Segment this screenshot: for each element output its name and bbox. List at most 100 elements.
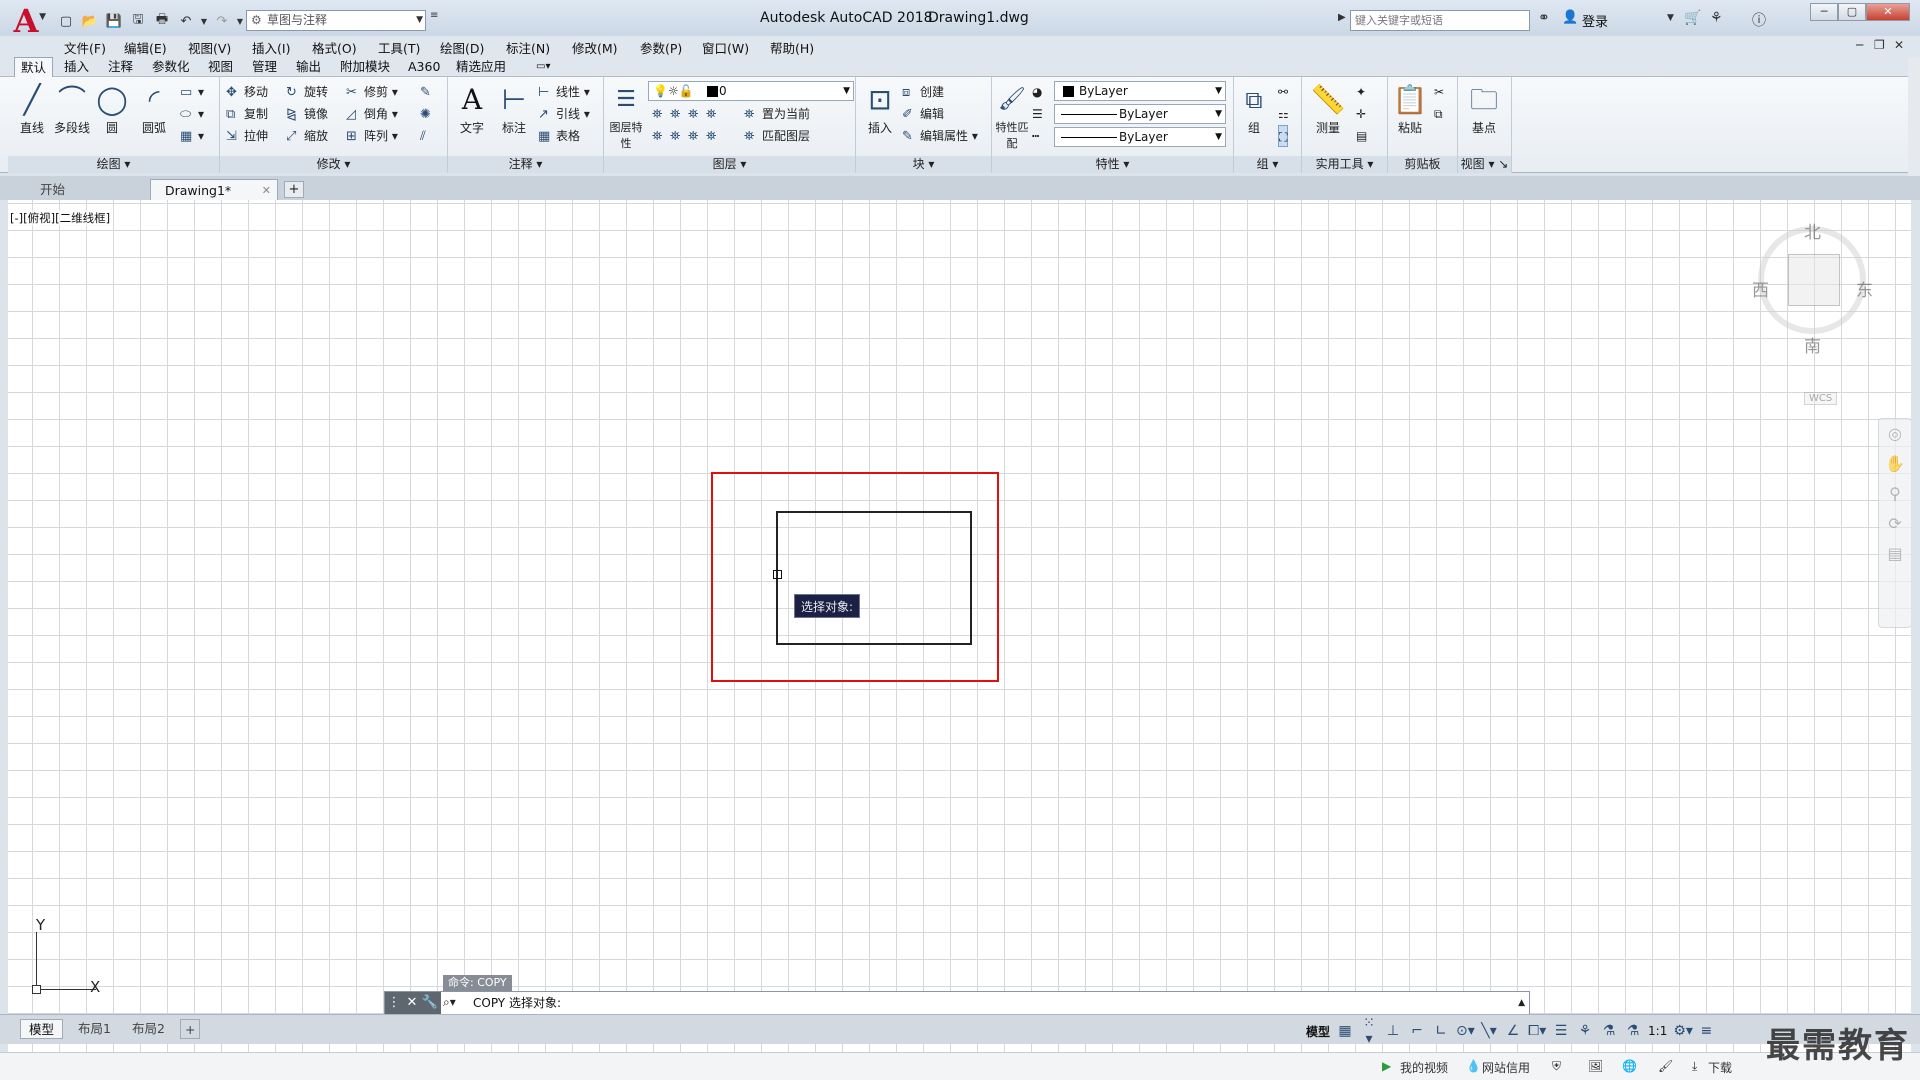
undo-icon[interactable]: ↶ — [176, 11, 196, 31]
object-snap-icon[interactable]: ⧠▾ — [1528, 1023, 1546, 1039]
edit-block-tool[interactable]: ✐ 编辑 — [902, 103, 944, 125]
arc-tool[interactable]: ◜ 圆弧 — [134, 81, 174, 136]
explode-tool[interactable]: ✺ — [420, 103, 438, 125]
command-line[interactable]: ⋮ ✕ 🔧 ⌕▾ COPY 选择对象: ▲ — [384, 991, 1530, 1015]
line-tool[interactable]: ╱ 直线 — [12, 81, 52, 136]
object-snap-tracking-icon[interactable]: ∠ — [1504, 1023, 1522, 1039]
leader-tool[interactable]: ↗ 引线 ▾ — [538, 103, 590, 125]
menu-file[interactable]: 文件(F) — [64, 38, 106, 57]
tab-default[interactable]: 默认 — [14, 57, 54, 77]
ellipse-tool[interactable]: ⬭ ▾ — [180, 103, 204, 125]
close-icon[interactable]: ✕ — [403, 992, 421, 1014]
viewcube[interactable]: 北 南 西 东 WCS — [1748, 214, 1873, 405]
ortho-icon[interactable]: ∟ — [1432, 1023, 1450, 1039]
grip-icon[interactable]: ⋮ — [385, 992, 403, 1014]
edit-attribute-tool[interactable]: ✎ 编辑属性 ▾ — [902, 125, 978, 147]
menu-parametric[interactable]: 参数(P) — [640, 38, 682, 57]
close-button[interactable]: ✕ — [1866, 3, 1910, 21]
showmotion-icon[interactable]: ▤ — [1879, 539, 1911, 569]
tab-parametric[interactable]: 参数化 — [146, 57, 196, 77]
lineweight-display-icon[interactable]: ☰ — [1552, 1023, 1570, 1039]
command-input[interactable]: COPY 选择对象: — [473, 992, 561, 1014]
panel-utilities-title[interactable]: 实用工具 ▾ — [1302, 156, 1387, 173]
match-properties-tool[interactable]: 🖌 特性匹配 — [994, 81, 1030, 151]
polyline-tool[interactable]: ⌒ 多段线 — [52, 81, 92, 136]
ribbon-toggle-icon[interactable]: ▭▾ — [530, 57, 556, 77]
minimize-button[interactable]: ─ — [1810, 3, 1838, 21]
search-input[interactable]: 键入关键字或短语 — [1350, 10, 1530, 31]
tab-layout1[interactable]: 布局1 — [70, 1019, 119, 1039]
autodesk-exchange-icon[interactable]: ⚘ — [1710, 10, 1723, 26]
tab-start[interactable]: 开始 — [26, 179, 150, 200]
pan-icon[interactable]: ✋ — [1879, 449, 1911, 479]
fillet-tool[interactable]: ◿ 倒角 ▾ — [346, 103, 398, 125]
ungroup-icon[interactable]: ⚯ — [1278, 81, 1288, 103]
tab-view[interactable]: 视图 — [202, 57, 239, 77]
tab-featured-apps[interactable]: 精选应用 — [450, 57, 512, 77]
layer-tools-row2[interactable]: ⛯ ⛯ ⛯ ⛯ — [652, 125, 724, 147]
insert-block-tool[interactable]: ⊡ 插入 — [860, 81, 900, 136]
measure-tool[interactable]: 📏 测量 — [1308, 81, 1348, 136]
layer-tools-row1[interactable]: ⛯ ⛯ ⛯ ⛯ — [652, 103, 724, 125]
circle-tool[interactable]: ◯ 圆 — [92, 81, 132, 136]
tab-manage[interactable]: 管理 — [246, 57, 283, 77]
doc-restore-icon[interactable]: ❐ — [1874, 38, 1885, 52]
redo-dropdown-icon[interactable]: ▼ — [236, 11, 244, 31]
color-select[interactable]: ByLayer ▼ — [1054, 81, 1226, 101]
hatch-tool[interactable]: ▦ ▾ — [180, 125, 204, 147]
stretch-tool[interactable]: ⇲ 拉伸 — [226, 125, 268, 147]
customize-status-icon[interactable]: ≡ — [1697, 1023, 1715, 1039]
tab-drawing1[interactable]: Drawing1* ✕ — [150, 179, 278, 200]
maximize-button[interactable]: ▢ — [1838, 3, 1866, 21]
group-edit-icon[interactable]: ⚏ — [1278, 103, 1289, 125]
new-icon[interactable]: ▢ — [56, 11, 76, 31]
save-icon[interactable]: 💾 — [104, 11, 124, 31]
cut-icon[interactable]: ✂ — [1434, 81, 1444, 103]
open-icon[interactable]: 📂 — [80, 11, 100, 31]
wrench-icon[interactable]: 🔧 — [421, 992, 439, 1014]
globe-icon[interactable]: 🌐 — [1622, 1059, 1637, 1073]
array-tool[interactable]: ⊞ 阵列 ▾ — [346, 125, 398, 147]
linetype-select[interactable]: ByLayer ▼ — [1054, 104, 1226, 124]
compass-west[interactable]: 西 — [1752, 276, 1769, 301]
copy-tool[interactable]: ⧉ 复制 — [226, 103, 268, 125]
isodraft-icon[interactable]: ╲▾ — [1480, 1023, 1498, 1039]
menu-draw[interactable]: 绘图(D) — [440, 38, 484, 57]
compass-north[interactable]: 北 — [1804, 218, 1821, 243]
layer-properties-tool[interactable]: ☰ 图层特性 — [606, 81, 646, 151]
drawn-rectangle[interactable] — [776, 511, 972, 645]
match-layer-tool[interactable]: ⛯ 匹配图层 — [744, 125, 810, 147]
save-as-icon[interactable]: 🖫 — [128, 11, 148, 31]
search-expand-icon[interactable]: ▶ — [1338, 12, 1346, 23]
command-history-toggle-icon[interactable]: ▲ — [1518, 992, 1525, 1014]
quick-select-icon[interactable]: ✦ — [1356, 81, 1366, 103]
drawing-canvas[interactable]: [-][俯视][二维线框] 选择对象: 北 南 西 东 WCS ◎ ✋ ⚲ ⟳ … — [8, 200, 1911, 1052]
create-block-tool[interactable]: ⧈ 创建 — [902, 81, 944, 103]
dynamic-input-icon[interactable]: ⌐ — [1408, 1023, 1426, 1039]
shield-icon[interactable]: ⛨ — [1552, 1059, 1561, 1074]
menu-dimension[interactable]: 标注(N) — [506, 38, 550, 57]
point-icon[interactable]: ✛ — [1356, 103, 1366, 125]
panel-view-title[interactable]: 视图 ▾ ↘ — [1458, 156, 1511, 173]
net-credit-link[interactable]: 网站信用 — [1482, 1059, 1530, 1076]
panel-block-title[interactable]: 块 ▾ — [856, 156, 991, 173]
doc-close-icon[interactable]: ✕ — [1894, 38, 1904, 52]
rotate-tool[interactable]: ↻ 旋转 — [286, 81, 328, 103]
layer-select[interactable]: 💡☼🔓 0 ▼ — [648, 81, 854, 101]
brush-icon[interactable]: 🖌 — [1658, 1059, 1673, 1073]
base-view-tool[interactable]: 🗀 基点 — [1464, 81, 1504, 136]
binoculars-icon[interactable]: ⚭ — [1538, 10, 1550, 26]
orbit-icon[interactable]: ⟳ — [1879, 509, 1911, 539]
wcs-menu[interactable]: WCS — [1804, 392, 1838, 405]
panel-annotation-title[interactable]: 注释 ▾ — [448, 156, 603, 173]
app-menu-button[interactable]: A ▼ — [6, 4, 46, 38]
set-current-tool[interactable]: ⛯ 置为当前 — [744, 103, 810, 125]
paste-tool[interactable]: 📋 粘贴 — [1390, 81, 1430, 136]
plot-icon[interactable]: 🖶 — [152, 11, 172, 31]
ribbon-scrollbar[interactable] — [1908, 58, 1920, 178]
panel-groups-title[interactable]: 组 ▾ — [1234, 156, 1301, 173]
viewcube-top-face[interactable] — [1788, 254, 1840, 306]
tab-a360[interactable]: A360 — [402, 57, 446, 77]
text-tool[interactable]: A 文字 — [452, 81, 492, 136]
linear-tool[interactable]: ⊢ 线性 ▾ — [538, 81, 590, 103]
